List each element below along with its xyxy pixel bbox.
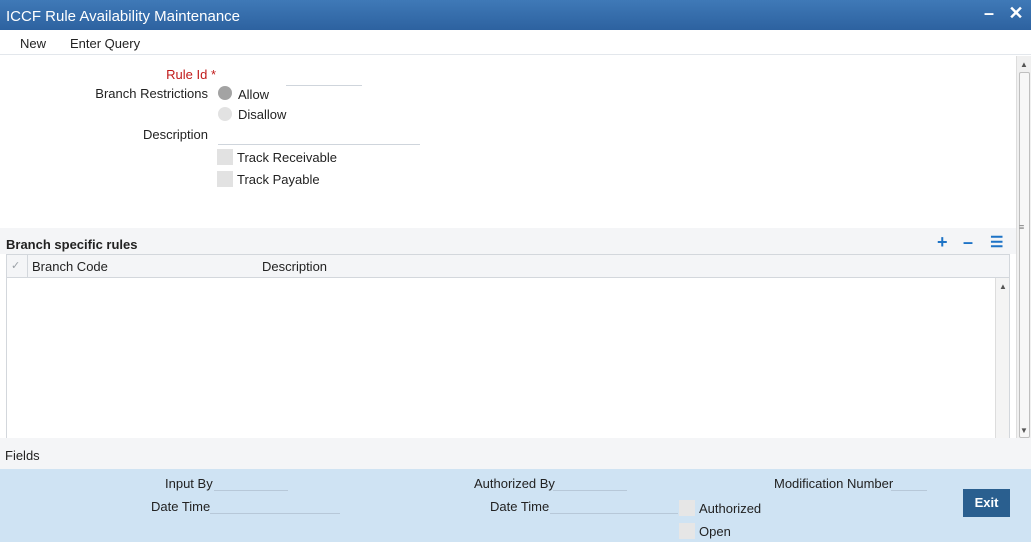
window-title-bar: ICCF Rule Availability Maintenance – ✕	[0, 0, 1031, 30]
branch-restrictions-label: Branch Restrictions	[95, 86, 208, 101]
add-row-icon[interactable]: +	[937, 232, 948, 253]
date-time-label-1: Date Time	[151, 499, 211, 514]
authorized-by-field	[553, 490, 627, 491]
scroll-thumb[interactable]	[1019, 72, 1030, 438]
description-label: Description	[142, 127, 208, 142]
grid-header: ✓ Branch Code Description	[7, 255, 1009, 278]
grid-scroll-up-icon[interactable]: ▲	[999, 282, 1007, 291]
column-header-branch-code[interactable]: Branch Code	[32, 259, 108, 274]
remove-row-icon[interactable]: –	[963, 232, 973, 253]
scroll-up-icon[interactable]: ▲	[1020, 60, 1028, 69]
close-icon[interactable]: ✕	[1006, 3, 1026, 24]
track-payable-label: Track Payable	[237, 172, 320, 187]
check-icon: ✓	[11, 260, 21, 272]
grid-scrollbar[interactable]: ▲	[995, 278, 1009, 439]
scroll-down-icon[interactable]: ▼	[1020, 426, 1028, 435]
minimize-icon[interactable]: –	[979, 3, 999, 24]
menu-bar: New Enter Query	[0, 30, 1031, 55]
track-payable-checkbox[interactable]	[217, 171, 233, 187]
column-header-description[interactable]: Description	[262, 259, 327, 274]
track-receivable-checkbox[interactable]	[217, 149, 233, 165]
audit-footer: Input By Date Time Authorized By Date Ti…	[0, 469, 1031, 542]
allow-label: Allow	[238, 87, 270, 102]
modification-number-field	[891, 490, 927, 491]
input-by-field	[214, 490, 288, 491]
date-time-field-1	[210, 513, 340, 514]
list-view-icon[interactable]: ☰	[990, 233, 1003, 251]
exit-button[interactable]: Exit	[963, 489, 1010, 517]
select-all-checkbox[interactable]: ✓	[7, 255, 28, 277]
main-scrollbar[interactable]: ▲ ≡ ▼	[1016, 56, 1031, 438]
open-label: Open	[699, 524, 731, 539]
description-field[interactable]	[218, 144, 420, 145]
rule-id-label: Rule Id *	[166, 67, 216, 82]
disallow-label: Disallow	[238, 107, 287, 122]
date-time-field-2	[550, 513, 678, 514]
authorized-checkbox	[679, 500, 695, 516]
fields-label[interactable]: Fields	[5, 448, 40, 463]
date-time-label-2: Date Time	[490, 499, 550, 514]
branch-rules-title: Branch specific rules	[6, 237, 138, 252]
scroll-grip-icon: ≡	[1019, 222, 1025, 232]
authorized-by-label: Authorized By	[474, 476, 555, 491]
track-receivable-label: Track Receivable	[237, 150, 337, 165]
fields-bar[interactable]: Fields	[0, 438, 1031, 469]
authorized-label: Authorized	[699, 501, 762, 516]
branch-rules-grid: ✓ Branch Code Description ▲	[6, 254, 1010, 439]
menu-new[interactable]: New	[20, 36, 46, 51]
allow-radio[interactable]	[218, 86, 232, 100]
modification-number-label: Modification Number	[774, 476, 894, 491]
disallow-radio[interactable]	[218, 107, 232, 121]
branch-rules-section: Branch specific rules + – ☰ ✓ Branch Cod…	[0, 228, 1016, 439]
branch-rules-header: Branch specific rules + – ☰	[0, 228, 1016, 254]
menu-enter-query[interactable]: Enter Query	[70, 36, 140, 51]
rule-id-field[interactable]	[286, 85, 362, 86]
input-by-label: Input By	[165, 476, 213, 491]
open-checkbox	[679, 523, 695, 539]
window-title: ICCF Rule Availability Maintenance	[6, 8, 241, 25]
